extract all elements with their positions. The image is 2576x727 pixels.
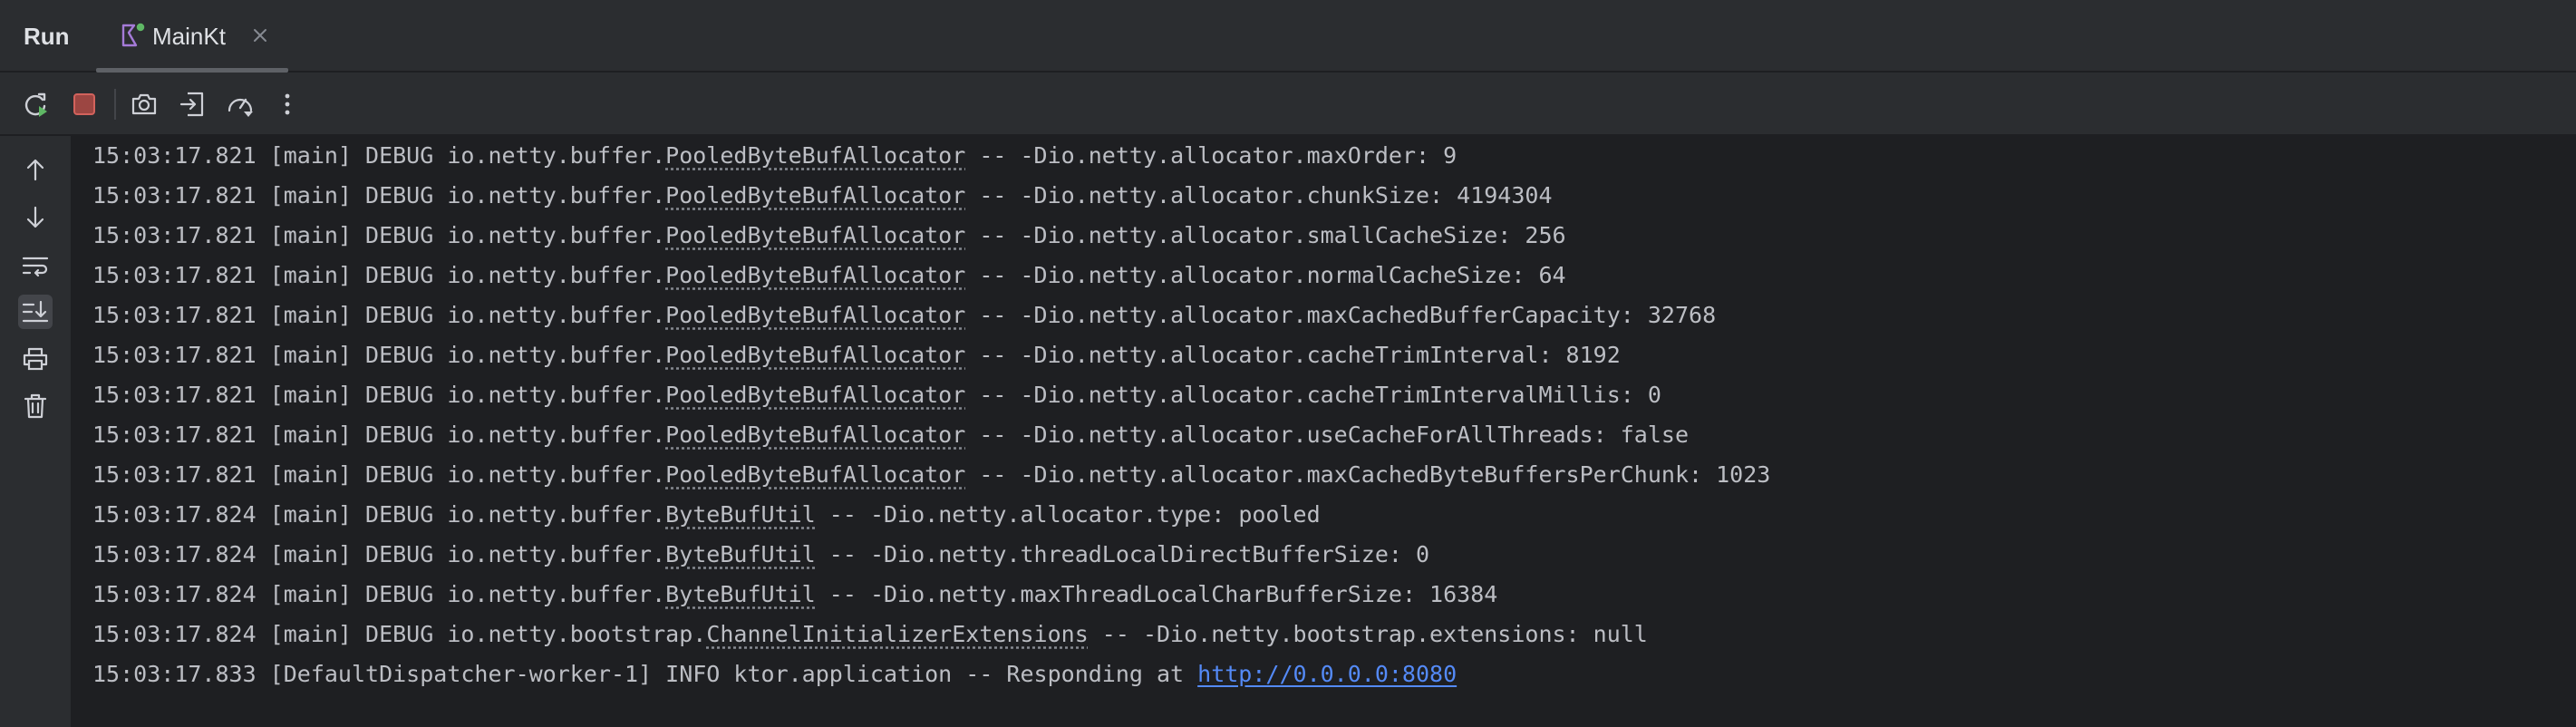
log-text: 15:03:17.824 [main] DEBUG io.netty.boots… — [92, 621, 707, 647]
log-text: -- -Dio.netty.allocator.chunkSize: 41943… — [965, 182, 1553, 208]
log-text: -- -Dio.netty.allocator.maxOrder: 9 — [965, 142, 1457, 169]
scroll-to-end-icon[interactable] — [18, 295, 53, 329]
soft-wrap-icon[interactable] — [18, 248, 53, 283]
log-text: 15:03:17.833 [DefaultDispatcher-worker-1… — [92, 661, 1198, 687]
log-text: 15:03:17.821 [main] DEBUG io.netty.buffe… — [92, 461, 666, 488]
log-text: 15:03:17.824 [main] DEBUG io.netty.buffe… — [92, 541, 666, 567]
tab-mainkt[interactable]: MainKt — [96, 0, 288, 73]
class-reference[interactable]: PooledByteBufAllocator — [665, 422, 965, 448]
stop-icon[interactable] — [67, 87, 102, 121]
class-reference[interactable]: PooledByteBufAllocator — [665, 342, 965, 368]
run-header: Run MainKt — [0, 0, 2576, 73]
log-text: 15:03:17.821 [main] DEBUG io.netty.buffe… — [92, 422, 666, 448]
log-text: -- -Dio.netty.allocator.normalCacheSize:… — [965, 262, 1566, 288]
more-vertical-icon[interactable] — [270, 87, 305, 121]
log-text: 15:03:17.824 [main] DEBUG io.netty.buffe… — [92, 501, 666, 528]
log-text: -- -Dio.netty.allocator.cacheTrimInterva… — [965, 342, 1621, 368]
class-reference[interactable]: ByteBufUtil — [665, 541, 816, 567]
rerun-icon[interactable] — [18, 87, 53, 121]
toolbar-separator — [114, 89, 116, 120]
profiler-icon[interactable] — [223, 87, 257, 121]
log-line: 15:03:17.821 [main] DEBUG io.netty.buffe… — [92, 256, 1566, 296]
log-line: 15:03:17.833 [DefaultDispatcher-worker-1… — [92, 654, 1457, 694]
log-text: 15:03:17.821 [main] DEBUG io.netty.buffe… — [92, 262, 666, 288]
log-text: 15:03:17.821 [main] DEBUG io.netty.buffe… — [92, 222, 666, 248]
log-text: -- -Dio.netty.allocator.cacheTrimInterva… — [965, 382, 1661, 408]
log-text: 15:03:17.821 [main] DEBUG io.netty.buffe… — [92, 142, 666, 169]
arrow-down-icon[interactable] — [18, 200, 53, 235]
class-reference[interactable]: ByteBufUtil — [665, 581, 816, 607]
class-reference[interactable]: PooledByteBufAllocator — [665, 262, 965, 288]
log-line: 15:03:17.821 [main] DEBUG io.netty.buffe… — [92, 176, 1553, 216]
log-line: 15:03:17.824 [main] DEBUG io.netty.buffe… — [92, 575, 1497, 615]
log-line: 15:03:17.821 [main] DEBUG io.netty.buffe… — [92, 335, 1621, 375]
log-text: 15:03:17.824 [main] DEBUG io.netty.buffe… — [92, 581, 666, 607]
class-reference[interactable]: ByteBufUtil — [665, 501, 816, 528]
log-text: 15:03:17.821 [main] DEBUG io.netty.buffe… — [92, 182, 666, 208]
log-text: 15:03:17.821 [main] DEBUG io.netty.buffe… — [92, 342, 666, 368]
log-text: -- -Dio.netty.maxThreadLocalCharBufferSi… — [815, 581, 1498, 607]
log-text: -- -Dio.netty.allocator.type: pooled — [815, 501, 1321, 528]
log-text: -- -Dio.netty.allocator.useCacheForAllTh… — [965, 422, 1690, 448]
log-line: 15:03:17.821 [main] DEBUG io.netty.buffe… — [92, 216, 1566, 256]
close-icon[interactable] — [250, 25, 270, 45]
log-text: -- -Dio.netty.bootstrap.extensions: null — [1088, 621, 1648, 647]
log-line: 15:03:17.821 [main] DEBUG io.netty.buffe… — [92, 136, 1457, 176]
export-icon[interactable] — [176, 87, 210, 121]
tab-label: MainKt — [152, 23, 226, 50]
class-reference[interactable]: ChannelInitializerExtensions — [706, 621, 1088, 647]
log-line: 15:03:17.821 [main] DEBUG io.netty.buffe… — [92, 455, 1770, 495]
class-reference[interactable]: PooledByteBufAllocator — [665, 461, 965, 488]
class-reference[interactable]: PooledByteBufAllocator — [665, 382, 965, 408]
log-line: 15:03:17.824 [main] DEBUG io.netty.boots… — [92, 615, 1648, 654]
log-text: -- -Dio.netty.allocator.maxCachedBufferC… — [965, 302, 1717, 328]
console-gutter — [0, 136, 71, 727]
class-reference[interactable]: PooledByteBufAllocator — [665, 222, 965, 248]
class-reference[interactable]: PooledByteBufAllocator — [665, 302, 965, 328]
log-line: 15:03:17.821 [main] DEBUG io.netty.buffe… — [92, 375, 1661, 415]
log-line: 15:03:17.821 [main] DEBUG io.netty.buffe… — [92, 296, 1716, 335]
run-tool-window: Run MainKt 15:03:17.821 [main] DEBUG io.… — [0, 0, 2576, 727]
trash-icon[interactable] — [18, 389, 53, 423]
log-line: 15:03:17.821 [main] DEBUG io.netty.buffe… — [92, 415, 1689, 455]
log-text: 15:03:17.821 [main] DEBUG io.netty.buffe… — [92, 302, 666, 328]
run-toolbar — [0, 73, 2576, 136]
log-text: -- -Dio.netty.allocator.maxCachedByteBuf… — [965, 461, 1771, 488]
log-text: -- -Dio.netty.threadLocalDirectBufferSiz… — [815, 541, 1430, 567]
log-text: -- -Dio.netty.allocator.smallCacheSize: … — [965, 222, 1566, 248]
log-text: 15:03:17.821 [main] DEBUG io.netty.buffe… — [92, 382, 666, 408]
print-icon[interactable] — [18, 342, 53, 376]
class-reference[interactable]: PooledByteBufAllocator — [665, 182, 965, 208]
arrow-up-icon[interactable] — [18, 152, 53, 187]
kotlin-run-config-icon — [120, 22, 147, 49]
class-reference[interactable]: PooledByteBufAllocator — [665, 142, 965, 169]
server-url-link[interactable]: http://0.0.0.0:8080 — [1197, 661, 1457, 687]
camera-icon[interactable] — [127, 87, 161, 121]
log-line: 15:03:17.824 [main] DEBUG io.netty.buffe… — [92, 535, 1429, 575]
log-line: 15:03:17.824 [main] DEBUG io.netty.buffe… — [92, 495, 1321, 535]
console-output[interactable]: 15:03:17.821 [main] DEBUG io.netty.buffe… — [71, 136, 2576, 727]
run-title: Run — [24, 23, 70, 50]
